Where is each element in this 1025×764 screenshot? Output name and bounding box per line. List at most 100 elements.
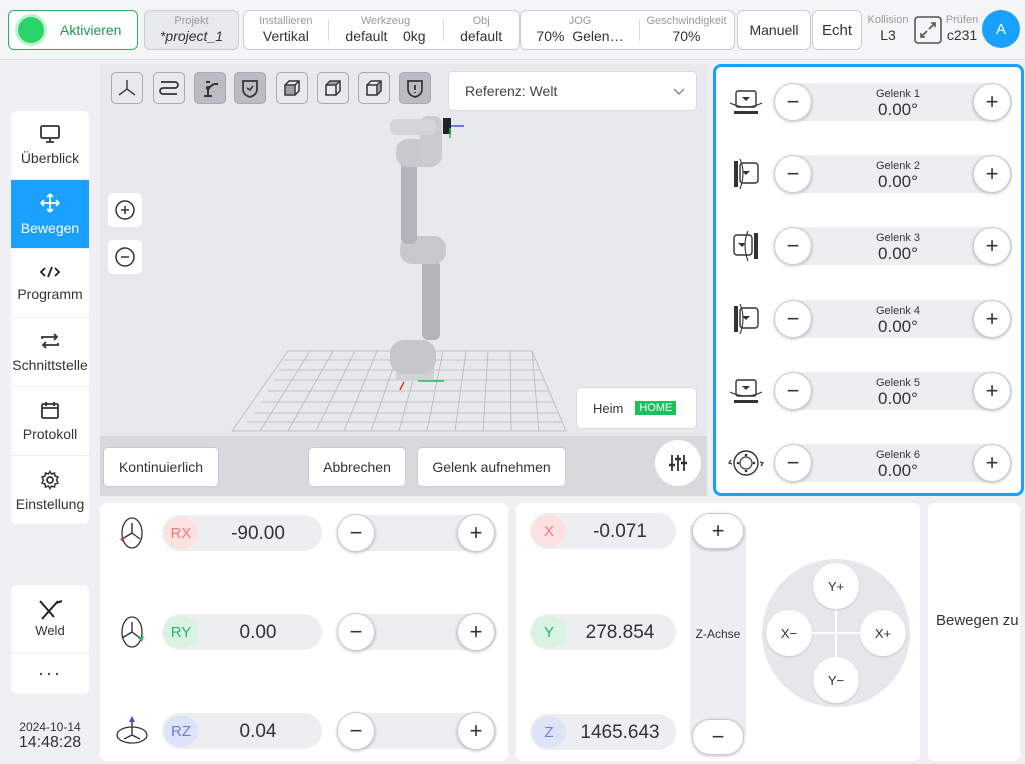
- swap-icon: [41, 333, 59, 349]
- continuous-button[interactable]: Kontinuierlich: [103, 447, 219, 487]
- rotate-z-icon: [116, 716, 148, 744]
- nav-item-settings[interactable]: Einstellung: [11, 456, 89, 524]
- x-tag: X: [532, 515, 566, 547]
- z-tag: Z: [532, 716, 566, 748]
- ry-tag: RY: [164, 616, 198, 648]
- activate-label: Aktivieren: [60, 22, 122, 38]
- z-axis-label: Z-Achse: [695, 627, 741, 641]
- nav-label: Protokoll: [22, 426, 78, 442]
- jog-group: JOG 70% Gelen… Geschwindigkeit 70%: [520, 10, 735, 50]
- home-label: Heim: [593, 400, 624, 416]
- side-nav: Überblick Bewegen Programm Schnittstelle…: [11, 111, 89, 524]
- speed-label: Geschwindigkeit: [646, 15, 727, 27]
- nav-item-log[interactable]: Protokoll: [11, 387, 89, 456]
- object-selector[interactable]: Obj default: [443, 11, 519, 49]
- check-status[interactable]: Prüfen c231: [943, 14, 981, 43]
- joint-flange-icon: [728, 450, 764, 476]
- speed-selector[interactable]: Geschwindigkeit 70%: [639, 11, 734, 49]
- robot-scene: [231, 116, 567, 432]
- x-value-field[interactable]: X -0.071: [530, 513, 676, 549]
- x-plus-button[interactable]: X+: [860, 610, 906, 656]
- side-nav-secondary: Weld ···: [11, 585, 89, 694]
- translation-panel: X -0.071 Y 278.854 Z 1465.643 Z-Achse + …: [516, 503, 920, 761]
- joint-plus-button[interactable]: +: [973, 300, 1011, 338]
- xy-dpad: Y+ Y− X− X+: [762, 559, 910, 707]
- joint-plus-button[interactable]: +: [973, 444, 1011, 482]
- nav-label: Schnittstelle: [12, 357, 88, 373]
- joint-minus-button[interactable]: −: [774, 155, 812, 193]
- install-selector[interactable]: Installieren Vertikal: [244, 11, 328, 49]
- ry-plus-button[interactable]: +: [457, 613, 495, 651]
- collision-value: L3: [880, 27, 896, 43]
- y-plus-button[interactable]: Y+: [813, 563, 859, 609]
- home-button[interactable]: Heim HOME: [576, 387, 697, 429]
- home-badge: HOME: [635, 401, 677, 415]
- collision-level[interactable]: Kollision L3: [864, 14, 912, 43]
- object-label: Obj: [472, 15, 490, 27]
- check-value: c231: [946, 27, 978, 43]
- y-minus-button[interactable]: Y−: [813, 657, 859, 703]
- x-minus-button[interactable]: X−: [766, 610, 812, 656]
- project-selector[interactable]: Projekt *project_1: [144, 10, 239, 50]
- power-status-icon: [18, 17, 44, 43]
- ry-value-field[interactable]: RY 0.00: [162, 614, 322, 650]
- joint-minus-button[interactable]: −: [774, 444, 812, 482]
- nav-label: Einstellung: [15, 495, 85, 512]
- nav-label: Programm: [17, 286, 83, 302]
- move-to-button[interactable]: Bewegen zu: [928, 503, 1020, 761]
- view-settings-button[interactable]: [655, 440, 701, 486]
- jog-selector[interactable]: JOG 70% Gelen…: [521, 11, 639, 49]
- joint-plus-button[interactable]: +: [973, 372, 1011, 410]
- joint-row-4: Gelenk 4 0.00° − +: [724, 297, 1014, 341]
- joint-wrist2-icon: [729, 379, 763, 403]
- rz-minus-button[interactable]: −: [337, 712, 375, 750]
- jog-value: 70% Gelen…: [536, 28, 624, 44]
- rz-value-field[interactable]: RZ 0.04: [162, 713, 322, 749]
- rz-plus-button[interactable]: +: [457, 712, 495, 750]
- z-value-field[interactable]: Z 1465.643: [530, 714, 676, 750]
- joint-plus-button[interactable]: +: [973, 227, 1011, 265]
- cancel-button[interactable]: Abbrechen: [308, 447, 406, 487]
- nav-label: Überblick: [20, 150, 80, 166]
- ry-minus-button[interactable]: −: [337, 613, 375, 651]
- 3d-viewport[interactable]: Referenz: Welt Heim HOME Kontinuierlich …: [100, 64, 707, 496]
- y-value-field[interactable]: Y 278.854: [530, 614, 676, 650]
- joint-minus-button[interactable]: −: [774, 227, 812, 265]
- rx-minus-button[interactable]: −: [337, 514, 375, 552]
- nav-item-overview[interactable]: Überblick: [11, 111, 89, 180]
- tool-value: default 0kg: [345, 28, 426, 44]
- nav-item-weld[interactable]: Weld: [11, 585, 89, 653]
- joint-panel: Gelenk 1 0.00° − + Gelenk 2 0.00° − + Ge…: [713, 64, 1024, 496]
- code-icon: [39, 266, 61, 278]
- rotation-panel: RX -90.00 − + RY 0.00 − + RZ 0.04 − +: [100, 503, 508, 761]
- tool-selector[interactable]: Werkzeug default 0kg: [327, 11, 444, 49]
- nav-item-interface[interactable]: Schnittstelle: [11, 318, 89, 387]
- rotate-x-icon: [120, 517, 143, 549]
- joint-minus-button[interactable]: −: [774, 372, 812, 410]
- nav-item-move[interactable]: Bewegen: [11, 180, 89, 249]
- clock: 2024-10-14 14:48:28: [11, 720, 89, 752]
- nav-item-program[interactable]: Programm: [11, 249, 89, 318]
- joint-base-icon: [729, 90, 763, 114]
- z-minus-button[interactable]: −: [692, 719, 744, 755]
- rx-value-field[interactable]: RX -90.00: [162, 515, 322, 551]
- expand-icon[interactable]: [913, 15, 943, 45]
- joint-plus-button[interactable]: +: [973, 83, 1011, 121]
- rx-tag: RX: [164, 517, 198, 549]
- real-sim-button[interactable]: Echt: [812, 10, 862, 50]
- record-joint-button[interactable]: Gelenk aufnehmen: [417, 447, 566, 487]
- joint-row-1: Gelenk 1 0.00° − +: [724, 80, 1014, 124]
- mode-button[interactable]: Manuell: [737, 10, 811, 50]
- more-button[interactable]: ···: [11, 653, 89, 694]
- joint-plus-button[interactable]: +: [973, 155, 1011, 193]
- rz-value: 0.04: [239, 721, 277, 742]
- joint-elbow-icon: [733, 230, 758, 262]
- activate-button[interactable]: Aktivieren: [8, 10, 138, 50]
- nav-label: Weld: [35, 623, 65, 638]
- z-plus-button[interactable]: +: [692, 513, 744, 549]
- speed-value: 70%: [672, 28, 701, 44]
- rx-plus-button[interactable]: +: [457, 514, 495, 552]
- joint-minus-button[interactable]: −: [774, 300, 812, 338]
- user-avatar[interactable]: A: [982, 10, 1020, 48]
- joint-minus-button[interactable]: −: [774, 83, 812, 121]
